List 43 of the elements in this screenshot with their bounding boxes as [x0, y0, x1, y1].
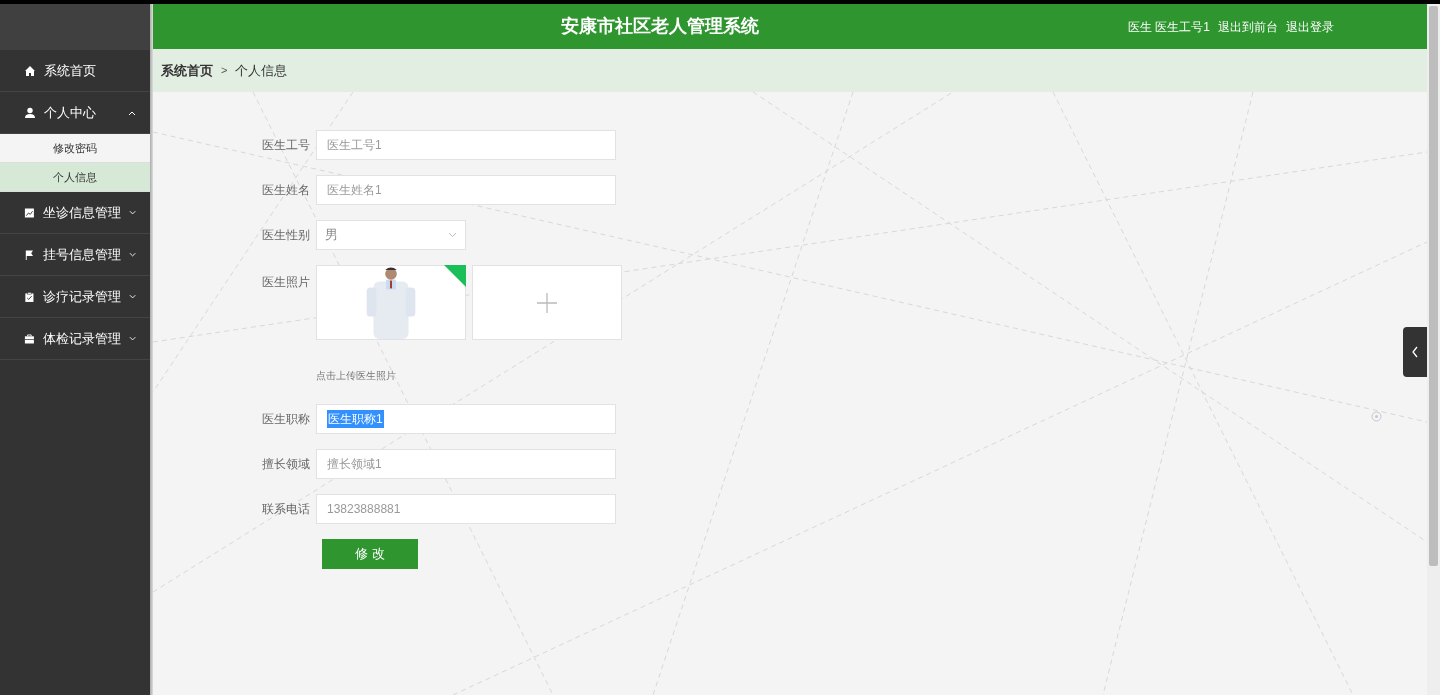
chart-icon: [24, 206, 35, 219]
user-label: 医生 医生工号1: [1128, 18, 1210, 36]
collapse-panel-button[interactable]: [1403, 327, 1427, 377]
scrollbar[interactable]: [1427, 4, 1440, 695]
corner-badge-icon: [444, 265, 466, 287]
field-label: 医生性别: [261, 227, 311, 244]
upload-hint: 点击上传医生照片: [316, 369, 397, 383]
submenu-item[interactable]: 修改密码: [0, 134, 150, 163]
field-value: 医生职称1: [327, 410, 384, 428]
header-link[interactable]: 退出登录: [1286, 17, 1334, 36]
field-value: 医生姓名1: [327, 182, 382, 199]
briefcase-icon: [24, 332, 35, 345]
select-field[interactable]: 男: [316, 220, 466, 250]
field-label: 医生职称: [261, 411, 311, 428]
breadcrumb-separator: >: [221, 63, 228, 79]
field-label: 医生照片: [261, 274, 311, 291]
home-icon: [24, 64, 36, 77]
chevron-down-icon: [128, 209, 136, 216]
chevron-down-icon: [128, 335, 136, 342]
field-value: 13823888881: [327, 501, 401, 518]
breadcrumb-item[interactable]: 系统首页: [161, 60, 213, 81]
system-title: 安康市社区老人管理系统: [561, 15, 760, 38]
field-label: 医生工号: [261, 137, 311, 154]
chevron-up-icon: [128, 109, 136, 116]
clipboard-icon: [24, 290, 35, 303]
upload-button[interactable]: [472, 265, 622, 340]
header-link[interactable]: 退出到前台: [1218, 17, 1278, 36]
field-label: 擅长领域: [261, 456, 311, 473]
field-label: 联系电话: [261, 501, 311, 518]
user-icon: [24, 106, 36, 119]
flag-icon: [24, 248, 35, 261]
chevron-down-icon: [128, 293, 136, 300]
chevron-down-icon: [448, 232, 457, 238]
chevron-left-icon: [1411, 346, 1419, 358]
field-value: 擅长领域1: [327, 456, 382, 473]
breadcrumb-item[interactable]: 个人信息: [235, 60, 288, 81]
circle-icon: [1371, 411, 1382, 422]
submenu-item[interactable]: 个人信息: [0, 163, 150, 192]
submit-button[interactable]: 修 改: [322, 539, 418, 569]
field-value: 医生工号1: [327, 137, 382, 154]
chevron-down-icon: [128, 251, 136, 258]
field-label: 医生姓名: [261, 182, 311, 199]
plus-icon: [537, 292, 557, 313]
